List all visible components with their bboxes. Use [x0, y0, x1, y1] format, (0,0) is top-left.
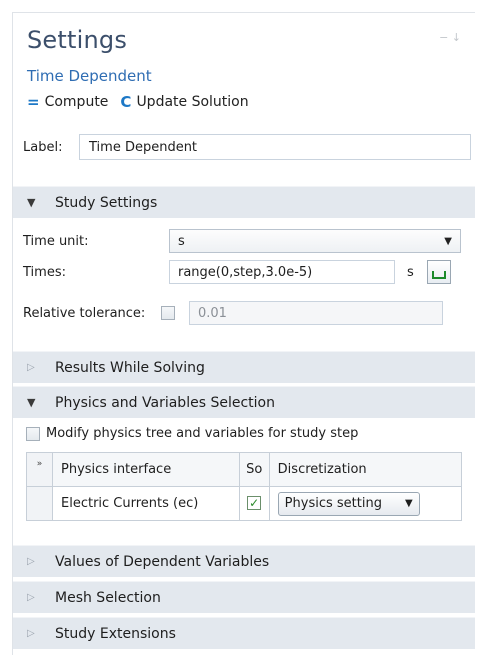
- modify-physics-row: Modify physics tree and variables for st…: [26, 426, 358, 441]
- section-results-label: Results While Solving: [55, 359, 205, 376]
- relative-tolerance-label: Relative tolerance:: [23, 305, 146, 321]
- section-study-settings-label: Study Settings: [55, 194, 158, 211]
- relative-tolerance-input[interactable]: 0.01: [189, 301, 443, 325]
- chevron-down-icon: ▼: [444, 235, 452, 247]
- triangle-right-icon: ▷: [27, 592, 35, 603]
- discretization-value: Physics setting: [284, 496, 382, 511]
- section-results-while-solving[interactable]: ▷ Results While Solving: [13, 351, 475, 383]
- discretization-select[interactable]: Physics setting ▼: [277, 491, 420, 516]
- section-physics-label: Physics and Variables Selection: [55, 394, 275, 411]
- table-gutter-header[interactable]: »: [26, 452, 53, 487]
- section-mesh-selection[interactable]: ▷ Mesh Selection: [13, 581, 475, 613]
- solve-cell: ✓: [238, 486, 270, 521]
- column-discretization[interactable]: Discretization: [268, 452, 463, 487]
- times-input[interactable]: range(0,step,3.0e-5): [169, 260, 395, 284]
- modify-physics-label: Modify physics tree and variables for st…: [46, 426, 359, 441]
- range-button[interactable]: [427, 260, 451, 284]
- triangle-down-icon: ▼: [27, 396, 36, 409]
- modify-physics-checkbox[interactable]: [26, 426, 40, 441]
- table-row-gutter: [26, 486, 53, 521]
- panel-title: Settings: [27, 26, 128, 54]
- label-row: Label: Time Dependent: [23, 134, 471, 160]
- update-solution-label: Update Solution: [136, 94, 249, 110]
- physics-table-header: » Physics interface So Discretization: [26, 452, 463, 487]
- node-subtitle: Time Dependent: [27, 67, 152, 85]
- triangle-down-icon: ▼: [27, 196, 36, 209]
- triangle-right-icon: ▷: [27, 362, 35, 373]
- label-input[interactable]: Time Dependent: [79, 134, 471, 160]
- toolbar: = Compute C Update Solution: [27, 93, 257, 111]
- physics-interface-cell: Electric Currents (ec): [52, 486, 240, 521]
- times-label: Times:: [23, 264, 66, 280]
- section-extensions-label: Study Extensions: [55, 625, 176, 642]
- relative-tolerance-row: Relative tolerance: 0.01: [23, 301, 443, 325]
- compute-icon: =: [27, 93, 40, 111]
- time-unit-value: s: [178, 233, 185, 249]
- update-solution-button[interactable]: C Update Solution: [120, 93, 248, 111]
- relative-tolerance-checkbox[interactable]: [161, 306, 175, 320]
- time-unit-label: Time unit:: [23, 233, 89, 249]
- times-row: Times: range(0,step,3.0e-5) s: [23, 260, 451, 284]
- discretization-cell: Physics setting ▼: [268, 486, 463, 521]
- physics-table: » Physics interface So Discretization El…: [26, 452, 463, 521]
- compute-button[interactable]: = Compute: [27, 93, 108, 111]
- solve-checkbox[interactable]: ✓: [247, 496, 262, 510]
- times-unit: s: [407, 264, 414, 280]
- window-controls[interactable]: − ↓: [439, 31, 461, 44]
- section-study-settings[interactable]: ▼ Study Settings: [13, 186, 475, 218]
- compute-label: Compute: [44, 94, 109, 110]
- label-caption: Label:: [23, 139, 63, 155]
- section-physics-variables[interactable]: ▼ Physics and Variables Selection: [13, 386, 475, 418]
- section-values-dependent[interactable]: ▷ Values of Dependent Variables: [13, 545, 475, 577]
- time-unit-select[interactable]: s ▼: [169, 229, 461, 253]
- triangle-right-icon: ▷: [27, 628, 35, 639]
- table-row[interactable]: Electric Currents (ec) ✓ Physics setting…: [26, 486, 463, 521]
- time-unit-row: Time unit: s ▼: [23, 229, 461, 253]
- refresh-icon: C: [120, 93, 132, 111]
- section-study-extensions[interactable]: ▷ Study Extensions: [13, 617, 475, 649]
- section-values-label: Values of Dependent Variables: [55, 553, 270, 570]
- chevron-down-icon: ▼: [404, 498, 413, 509]
- range-icon: [432, 271, 446, 279]
- triangle-right-icon: ▷: [27, 556, 35, 567]
- settings-panel: Settings − ↓ Time Dependent = Compute C …: [12, 12, 475, 655]
- column-solve[interactable]: So: [238, 452, 270, 487]
- column-physics-interface[interactable]: Physics interface: [52, 452, 240, 487]
- section-mesh-label: Mesh Selection: [55, 589, 161, 606]
